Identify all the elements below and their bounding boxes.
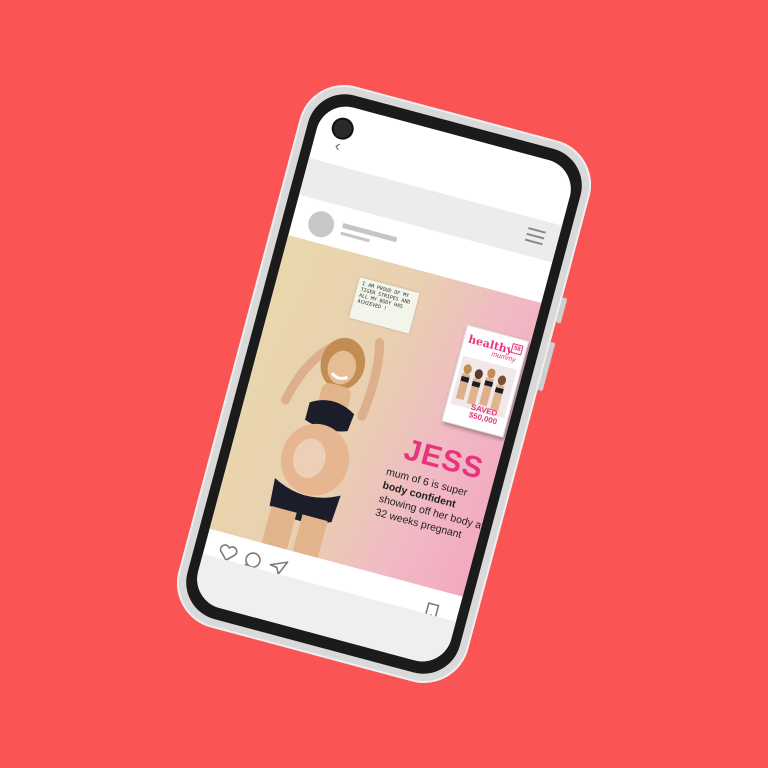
volume-button [555,297,568,324]
phone-bezel: ‹ I AM PROUD OF MY TIGER STRIPES AND ALL… [177,85,591,683]
menu-icon[interactable] [524,227,546,249]
avatar[interactable] [305,208,338,241]
back-icon[interactable]: ‹ [333,137,343,155]
handwritten-sign: I AM PROUD OF MY TIGER STRIPES AND ALL M… [348,277,420,334]
camera-icon [329,115,357,143]
phone-frame: ‹ I AM PROUD OF MY TIGER STRIPES AND ALL… [166,74,602,694]
power-button [537,341,556,392]
magazine-price: 58 [510,343,524,356]
pregnant-woman-illustration [260,337,385,564]
post-image[interactable]: I AM PROUD OF MY TIGER STRIPES AND ALL M… [209,235,542,597]
phone-screen: ‹ I AM PROUD OF MY TIGER STRIPES AND ALL… [190,99,578,669]
magazine-cover: healthy mummy 58 SAVED $50,000 [441,324,530,438]
